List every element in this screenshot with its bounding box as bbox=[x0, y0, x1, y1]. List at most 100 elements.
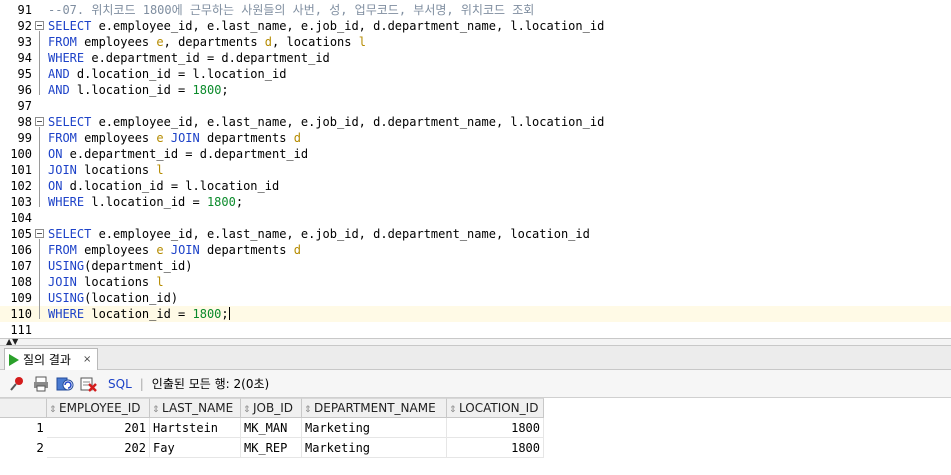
code-text: JOIN locations l bbox=[48, 162, 164, 178]
line-number: 111 bbox=[10, 323, 32, 337]
splitter-arrows-icon[interactable]: ▲▼ bbox=[6, 338, 18, 346]
code-line[interactable]: 99 FROM employees e JOIN departments d bbox=[0, 130, 951, 146]
code-token: d bbox=[264, 35, 273, 49]
tab-query-result[interactable]: 질의 결과 × bbox=[4, 348, 99, 370]
line-number: 94 bbox=[17, 51, 32, 65]
code-token: e bbox=[156, 131, 164, 145]
run-icon bbox=[9, 353, 19, 366]
table-cell[interactable]: Fay bbox=[150, 438, 241, 458]
table-cell[interactable]: MK_MAN bbox=[241, 418, 302, 438]
table-cell[interactable]: Marketing bbox=[302, 418, 447, 438]
toolbar-divider: | bbox=[139, 376, 144, 391]
code-line[interactable]: 103 WHERE l.location_id = 1800; bbox=[0, 194, 951, 210]
code-token: JOIN bbox=[170, 131, 200, 145]
code-line[interactable]: 93 FROM employees e, departments d, locat… bbox=[0, 34, 951, 50]
panel-splitter[interactable]: ▲▼ bbox=[0, 338, 951, 346]
column-header[interactable]: ⇕ EMPLOYEE_ID bbox=[47, 398, 150, 418]
table-cell[interactable]: 201 bbox=[47, 418, 150, 438]
code-text: JOIN locations l bbox=[48, 274, 164, 290]
code-line[interactable]: 105 SELECT e.employee_id, e.last_name, e.… bbox=[0, 226, 951, 242]
code-line[interactable]: 108 JOIN locations l bbox=[0, 274, 951, 290]
code-line[interactable]: 106 FROM employees e JOIN departments d bbox=[0, 242, 951, 258]
code-token: --07. 위치코드 1800에 근무하는 사원들의 사번, 성, 업무코드, … bbox=[48, 3, 535, 17]
column-header-label: LOCATION_ID bbox=[459, 401, 539, 415]
code-line[interactable]: 98 SELECT e.employee_id, e.last_name, e.j… bbox=[0, 114, 951, 130]
code-line[interactable]: 96 AND l.location_id = 1800; bbox=[0, 82, 951, 98]
code-token: USING bbox=[48, 259, 85, 273]
line-number: 101 bbox=[10, 163, 32, 177]
code-text: --07. 위치코드 1800에 근무하는 사원들의 사번, 성, 업무코드, … bbox=[48, 2, 534, 18]
table-cell[interactable]: Hartstein bbox=[150, 418, 241, 438]
code-line[interactable]: 101 JOIN locations l bbox=[0, 162, 951, 178]
table-cell[interactable]: MK_REP bbox=[241, 438, 302, 458]
code-line[interactable]: 111 bbox=[0, 322, 951, 338]
fetch-status: 인출된 모든 행: 2(0초) bbox=[151, 377, 270, 391]
refresh-icon[interactable] bbox=[56, 375, 74, 393]
text-caret bbox=[228, 307, 230, 320]
code-token: SELECT bbox=[48, 115, 92, 129]
code-line[interactable]: 110 WHERE location_id = 1800; bbox=[0, 306, 951, 322]
code-line[interactable]: 102 ON d.location_id = l.location_id bbox=[0, 178, 951, 194]
code-line[interactable]: 97 bbox=[0, 98, 951, 114]
column-header[interactable]: ⇕ LOCATION_ID bbox=[447, 398, 544, 418]
row-number[interactable]: 1 bbox=[0, 418, 46, 438]
code-line[interactable]: 107 USING(department_id) bbox=[0, 258, 951, 274]
table-cell[interactable]: 202 bbox=[47, 438, 150, 458]
column-header[interactable]: ⇕ DEPARTMENT_NAME bbox=[302, 398, 447, 418]
fold-toggle-icon[interactable] bbox=[35, 117, 44, 126]
pin-icon[interactable] bbox=[8, 375, 26, 393]
fold-guide bbox=[39, 239, 40, 319]
results-toolbar: SQL | 인출된 모든 행: 2(0초) bbox=[0, 370, 951, 398]
code-line[interactable]: 91 --07. 위치코드 1800에 근무하는 사원들의 사번, 성, 업무코드… bbox=[0, 2, 951, 18]
code-text: WHERE location_id = 1800; bbox=[48, 306, 230, 322]
code-token: e.employee_id, e.last_name, e.job_id, d.… bbox=[91, 227, 590, 241]
delete-icon[interactable] bbox=[80, 375, 98, 393]
code-token: d.location_id = l.location_id bbox=[62, 179, 280, 193]
line-number: 99 bbox=[17, 131, 32, 145]
table-cell[interactable]: 1800 bbox=[447, 418, 544, 438]
code-token: locations bbox=[76, 163, 157, 177]
column-header-label: EMPLOYEE_ID bbox=[59, 401, 141, 415]
code-line[interactable]: 100 ON e.department_id = d.department_id bbox=[0, 146, 951, 162]
print-icon[interactable] bbox=[32, 375, 50, 393]
code-token: employees bbox=[76, 131, 157, 145]
line-number: 108 bbox=[10, 275, 32, 289]
line-number: 107 bbox=[10, 259, 32, 273]
code-text: WHERE e.department_id = d.department_id bbox=[48, 50, 330, 66]
table-cell[interactable]: Marketing bbox=[302, 438, 447, 458]
column-header[interactable]: ⇕ JOB_ID bbox=[241, 398, 302, 418]
close-icon[interactable]: × bbox=[83, 354, 91, 365]
code-line[interactable]: 92 SELECT e.employee_id, e.last_name, e.j… bbox=[0, 18, 951, 34]
line-number: 106 bbox=[10, 243, 32, 257]
line-number: 96 bbox=[17, 83, 32, 97]
column-header[interactable]: ⇕ LAST_NAME bbox=[150, 398, 241, 418]
fold-toggle-icon[interactable] bbox=[35, 21, 44, 30]
code-line[interactable]: 95 AND d.location_id = l.location_id bbox=[0, 66, 951, 82]
code-token: l bbox=[156, 163, 164, 177]
code-token: d.location_id = l.location_id bbox=[69, 67, 287, 81]
code-token: e.employee_id, e.last_name, e.job_id, d.… bbox=[91, 19, 605, 33]
sql-button[interactable]: SQL bbox=[108, 377, 132, 391]
line-number: 102 bbox=[10, 179, 32, 193]
sql-editor[interactable]: 91 --07. 위치코드 1800에 근무하는 사원들의 사번, 성, 업무코드… bbox=[0, 0, 951, 338]
code-token: , locations bbox=[272, 35, 359, 49]
code-token: e.employee_id, e.last_name, e.job_id, d.… bbox=[91, 115, 605, 129]
code-line[interactable]: 94 WHERE e.department_id = d.department_i… bbox=[0, 50, 951, 66]
row-number[interactable]: 2 bbox=[0, 438, 46, 458]
tab-query-result-label: 질의 결과 bbox=[23, 353, 71, 367]
fold-toggle-icon[interactable] bbox=[35, 229, 44, 238]
code-line[interactable]: 104 bbox=[0, 210, 951, 226]
code-token: departments bbox=[199, 131, 294, 145]
code-token: AND bbox=[48, 83, 70, 97]
code-token: d bbox=[293, 243, 301, 257]
code-text: AND d.location_id = l.location_id bbox=[48, 66, 286, 82]
code-text: SELECT e.employee_id, e.last_name, e.job… bbox=[48, 226, 590, 242]
code-token: locations bbox=[76, 275, 157, 289]
table-cell[interactable]: 1800 bbox=[447, 438, 544, 458]
code-token: ; bbox=[221, 307, 229, 321]
code-token: FROM bbox=[48, 131, 77, 145]
code-line[interactable]: 109 USING(location_id) bbox=[0, 290, 951, 306]
column-header-label: DEPARTMENT_NAME bbox=[314, 401, 436, 415]
code-text: SELECT e.employee_id, e.last_name, e.job… bbox=[48, 114, 604, 130]
